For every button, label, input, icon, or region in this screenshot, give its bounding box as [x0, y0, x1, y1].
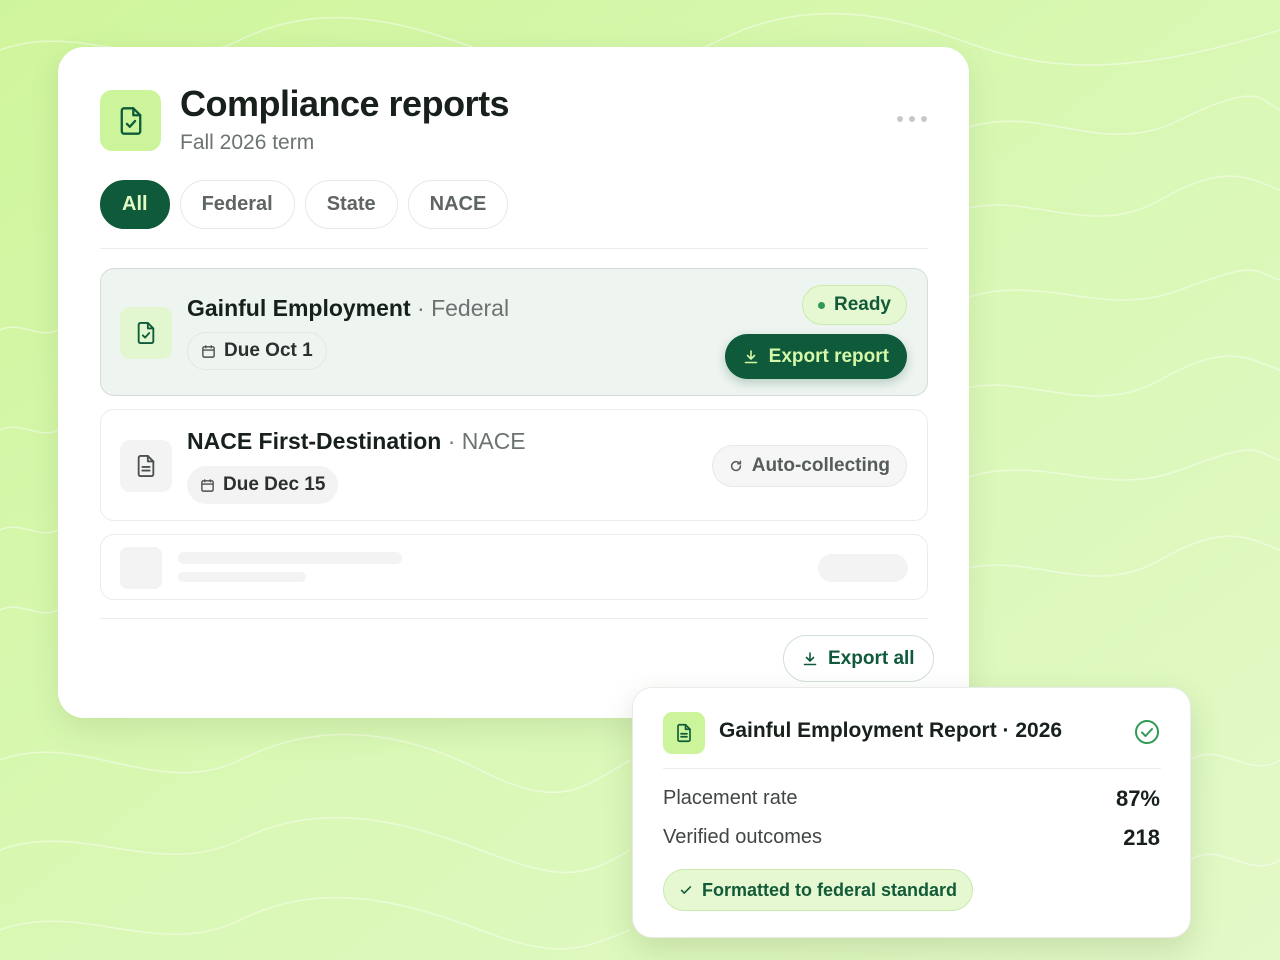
more-dots-icon[interactable] — [892, 111, 932, 127]
calendar-icon — [201, 478, 214, 492]
skeleton-badge — [818, 554, 908, 582]
download-icon — [803, 651, 817, 665]
check-circle-icon — [1134, 719, 1160, 750]
stat-label-placement-rate: Placement rate — [663, 787, 798, 809]
formatted-badge-label: Formatted to federal standard — [702, 879, 958, 900]
divider — [100, 618, 928, 619]
document-text-icon — [120, 440, 172, 492]
status-badge-auto-collecting: Auto-collecting — [711, 445, 907, 487]
report-row-nace-first-destination[interactable]: NACE First-Destination · NACE Due Dec 15… — [100, 409, 928, 521]
report-category: · Federal — [417, 295, 510, 321]
report-preview-popup: Gainful Employment Report · 2026 Placeme… — [632, 687, 1191, 938]
filter-chip-state[interactable]: State — [304, 180, 398, 229]
status-label: Auto-collecting — [751, 455, 890, 476]
export-all-button[interactable]: Export all — [783, 635, 934, 682]
skeleton-line — [178, 572, 306, 582]
due-date-pill: Due Dec 15 — [187, 466, 339, 504]
report-category: · NACE — [447, 428, 526, 454]
report-name: Gainful Employment — [187, 295, 411, 321]
document-check-icon — [100, 90, 161, 151]
skeleton-icon — [120, 547, 162, 589]
popup-title: Gainful Employment Report · 2026 — [719, 719, 1063, 742]
status-label: Ready — [833, 294, 891, 315]
report-title: Gainful Employment · Federal — [187, 295, 509, 322]
compliance-reports-card: Compliance reports Fall 2026 term All Fe… — [58, 47, 969, 718]
export-report-button[interactable]: Export report — [724, 334, 907, 379]
document-check-icon — [120, 307, 172, 359]
page-subtitle: Fall 2026 term — [180, 131, 315, 154]
page-title: Compliance reports — [180, 83, 510, 124]
download-icon — [744, 349, 757, 363]
refresh-icon — [730, 460, 741, 472]
filter-chip-federal[interactable]: Federal — [179, 180, 295, 229]
report-row-loading-skeleton — [100, 534, 928, 600]
status-badge-ready: Ready — [801, 285, 907, 325]
skeleton-line — [178, 552, 402, 564]
export-all-label: Export all — [828, 647, 915, 669]
stat-value-placement-rate: 87% — [1115, 786, 1160, 811]
report-row-gainful-employment[interactable]: Gainful Employment · Federal Due Oct 1 R… — [100, 268, 928, 396]
stat-value-verified-outcomes: 218 — [1123, 825, 1160, 850]
filter-chips: All Federal State NACE — [100, 180, 509, 229]
filter-chip-all[interactable]: All — [100, 180, 170, 229]
check-icon — [680, 886, 692, 894]
formatted-badge: Formatted to federal standard — [663, 869, 974, 911]
status-dot-icon — [817, 301, 825, 309]
due-date-pill: Due Oct 1 — [187, 332, 327, 370]
divider — [100, 248, 928, 249]
export-report-label: Export report — [768, 345, 889, 367]
filter-chip-nace[interactable]: NACE — [407, 180, 509, 229]
due-date-label: Due Dec 15 — [223, 474, 326, 495]
document-text-icon — [663, 712, 705, 754]
calendar-icon — [202, 344, 215, 358]
due-date-label: Due Oct 1 — [224, 340, 313, 361]
divider — [663, 768, 1161, 769]
report-title: NACE First-Destination · NACE — [187, 428, 526, 455]
report-name: NACE First-Destination — [187, 428, 442, 454]
stat-label-verified-outcomes: Verified outcomes — [663, 826, 822, 848]
